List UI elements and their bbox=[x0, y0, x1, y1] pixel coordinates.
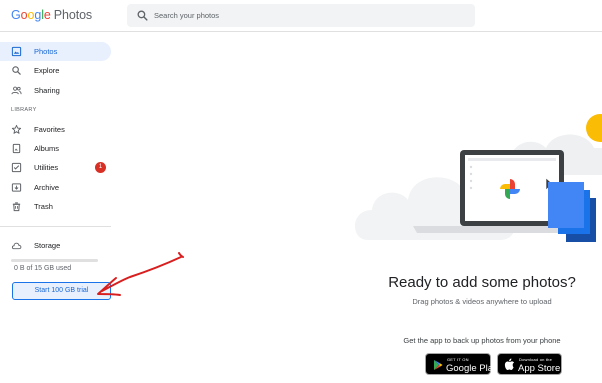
storage-used-text: 0 B of 15 GB used bbox=[14, 265, 72, 272]
sun-shape bbox=[586, 114, 602, 142]
badge-small-text: GET IT ON bbox=[447, 357, 469, 362]
sidebar-nav: Photos Explore Sharing LIBRARY Favorites… bbox=[0, 33, 120, 383]
photo-icon bbox=[11, 46, 22, 57]
empty-state-title: Ready to add some photos? bbox=[388, 274, 576, 291]
display-dot bbox=[469, 165, 473, 169]
sidebar-item-albums[interactable]: Albums bbox=[0, 139, 111, 158]
photo-card bbox=[548, 182, 584, 228]
display-dot bbox=[469, 172, 473, 176]
display-dot bbox=[469, 179, 473, 183]
annotation-arrow bbox=[97, 252, 184, 296]
google-play-icon bbox=[434, 360, 443, 370]
sidebar-item-archive[interactable]: Archive bbox=[0, 178, 111, 197]
get-app-text: Get the app to back up photos from your … bbox=[403, 336, 561, 345]
top-app-bar: Google Photos bbox=[0, 0, 602, 32]
sidebar-item-trash[interactable]: Trash bbox=[0, 197, 111, 216]
sidebar-item-label: Storage bbox=[34, 241, 61, 250]
sidebar-item-label: Sharing bbox=[34, 86, 60, 95]
cloud-icon bbox=[11, 242, 22, 250]
sidebar-item-label: Utilities bbox=[34, 163, 59, 172]
utilities-icon bbox=[11, 162, 22, 173]
badge-big-text: Google Play bbox=[446, 363, 498, 374]
display-dot bbox=[469, 186, 473, 190]
search-input[interactable] bbox=[154, 7, 454, 24]
sidebar-item-label: Albums bbox=[34, 144, 60, 153]
app-store-badge[interactable]: Download on the App Store bbox=[497, 353, 562, 375]
google-photos-logo[interactable]: Google Photos bbox=[11, 8, 92, 22]
trash-icon bbox=[12, 202, 21, 212]
sidebar-item-label: Trash bbox=[34, 202, 53, 211]
logo-word: Photos bbox=[53, 8, 93, 22]
sidebar-item-label: Explore bbox=[34, 66, 60, 75]
sidebar-item-label: Photos bbox=[34, 47, 58, 56]
archive-icon bbox=[11, 183, 22, 192]
badge-big-text: App Store bbox=[518, 363, 561, 374]
logo-letter: e bbox=[43, 8, 51, 22]
album-icon bbox=[12, 143, 21, 154]
badge-small-text: Download on the bbox=[519, 357, 553, 362]
empty-state-subtitle: Drag photos & videos anywhere to upload bbox=[412, 297, 552, 306]
star-icon bbox=[11, 124, 22, 134]
sidebar-item-photos[interactable]: Photos bbox=[0, 42, 111, 61]
sidebar-item-explore[interactable]: Explore bbox=[0, 61, 111, 80]
sidebar-item-utilities[interactable]: Utilities 1 bbox=[0, 158, 111, 177]
library-section-label: LIBRARY bbox=[11, 107, 37, 113]
sidebar-item-favorites[interactable]: Favorites bbox=[0, 120, 111, 139]
empty-state-illustration bbox=[354, 114, 602, 242]
google-play-badge[interactable]: GET IT ON Google Play bbox=[425, 353, 498, 375]
search-icon bbox=[12, 66, 21, 75]
logo-letter: G bbox=[11, 8, 21, 22]
search-bar[interactable] bbox=[127, 4, 475, 27]
apple-icon bbox=[504, 358, 515, 370]
sidebar-divider bbox=[0, 226, 111, 227]
sidebar-item-label: Favorites bbox=[34, 125, 65, 134]
sidebar-item-sharing[interactable]: Sharing bbox=[0, 81, 111, 100]
search-icon[interactable] bbox=[136, 9, 149, 22]
notification-badge: 1 bbox=[95, 162, 106, 173]
people-icon bbox=[11, 86, 22, 95]
sidebar-item-label: Archive bbox=[34, 183, 60, 192]
display-bar bbox=[468, 158, 556, 161]
